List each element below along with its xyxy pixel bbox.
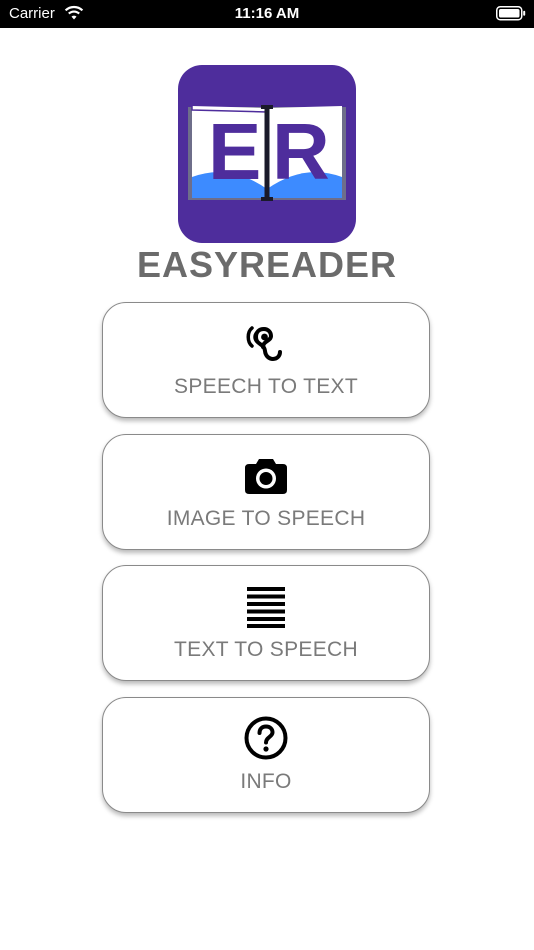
logo-letter-e: E	[208, 107, 261, 196]
text-to-speech-label: TEXT TO SPEECH	[174, 638, 358, 661]
logo-letter-r: R	[272, 107, 330, 196]
text-to-speech-button[interactable]: TEXT TO SPEECH	[102, 565, 430, 681]
app-logo: E R	[178, 65, 356, 243]
info-button[interactable]: INFO	[102, 697, 430, 813]
battery-icon	[496, 6, 526, 26]
app-title: EASYREADER	[136, 244, 398, 285]
image-to-speech-label: IMAGE TO SPEECH	[166, 507, 366, 530]
status-bar: Carrier 11:16 AM	[0, 0, 534, 28]
text-lines-icon	[242, 582, 290, 630]
speech-to-text-label: SPEECH TO TEXT	[174, 375, 358, 398]
status-time: 11:16 AM	[234, 5, 300, 22]
question-circle-icon	[242, 714, 290, 762]
speech-to-text-button[interactable]: SPEECH TO TEXT	[102, 302, 430, 418]
image-to-speech-button[interactable]: IMAGE TO SPEECH	[102, 434, 430, 550]
ear-icon	[242, 319, 290, 367]
info-label: INFO	[240, 770, 292, 793]
camera-icon	[242, 451, 290, 499]
